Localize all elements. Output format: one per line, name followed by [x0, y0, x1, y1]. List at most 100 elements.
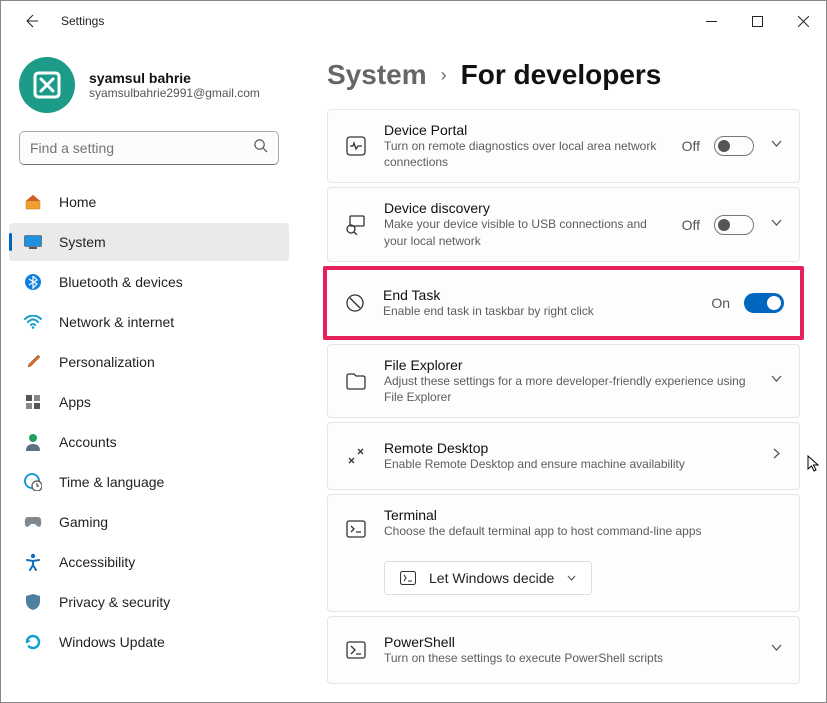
search-icon — [253, 138, 268, 158]
card-desc: Enable end task in taskbar by right clic… — [383, 303, 695, 319]
close-icon — [798, 16, 809, 27]
card-file-explorer[interactable]: File Explorer Adjust these settings for … — [327, 344, 800, 418]
nav-label: System — [59, 234, 106, 250]
apps-icon — [23, 392, 43, 412]
main-content: System › For developers Device Portal Tu… — [301, 41, 826, 702]
card-powershell[interactable]: PowerShell Turn on these settings to exe… — [327, 616, 800, 684]
nav-item-system[interactable]: System — [9, 223, 289, 261]
minimize-button[interactable] — [688, 1, 734, 41]
card-desc: Enable Remote Desktop and ensure machine… — [384, 456, 754, 472]
nav-label: Home — [59, 194, 96, 210]
terminal-icon — [344, 517, 368, 541]
card-terminal: Terminal Choose the default terminal app… — [327, 494, 800, 612]
nav-item-bluetooth[interactable]: Bluetooth & devices — [9, 263, 289, 301]
nav-item-apps[interactable]: Apps — [9, 383, 289, 421]
home-icon — [23, 192, 43, 212]
chevron-down-icon[interactable] — [770, 372, 783, 390]
terminal-small-icon — [399, 569, 417, 587]
system-icon — [23, 232, 43, 252]
status-label: Off — [682, 217, 700, 233]
nav-item-windows-update[interactable]: Windows Update — [9, 623, 289, 661]
card-desc: Turn on remote diagnostics over local ar… — [384, 138, 666, 170]
brush-icon — [23, 352, 43, 372]
nav-list: Home System Bluetooth & devices Network … — [1, 179, 297, 665]
nav-label: Gaming — [59, 514, 108, 530]
person-icon — [23, 432, 43, 452]
page-title: For developers — [461, 59, 662, 91]
card-title: Terminal — [384, 507, 783, 523]
shield-icon — [23, 592, 43, 612]
profile-header[interactable]: syamsul bahrie syamsulbahrie2991@gmail.c… — [1, 41, 297, 131]
window-title: Settings — [61, 14, 104, 28]
folder-icon — [344, 369, 368, 393]
minimize-icon — [706, 16, 717, 27]
profile-email: syamsulbahrie2991@gmail.com — [89, 86, 260, 100]
card-device-discovery[interactable]: Device discovery Make your device visibl… — [327, 187, 800, 261]
toggle-end-task[interactable] — [744, 293, 784, 313]
chevron-down-icon[interactable] — [770, 137, 783, 155]
card-desc: Choose the default terminal app to host … — [384, 523, 783, 539]
card-end-task[interactable]: End Task Enable end task in taskbar by r… — [327, 270, 800, 336]
card-device-portal[interactable]: Device Portal Turn on remote diagnostics… — [327, 109, 800, 183]
nav-item-accessibility[interactable]: Accessibility — [9, 543, 289, 581]
card-desc: Turn on these settings to execute PowerS… — [384, 650, 754, 666]
nav-label: Accounts — [59, 434, 117, 450]
chevron-down-icon[interactable] — [770, 216, 783, 234]
card-desc: Adjust these settings for a more develop… — [384, 373, 754, 405]
nav-item-personalization[interactable]: Personalization — [9, 343, 289, 381]
chevron-down-icon[interactable] — [770, 641, 783, 659]
terminal-dropdown[interactable]: Let Windows decide — [384, 561, 592, 595]
maximize-icon — [752, 16, 763, 27]
card-title: Device Portal — [384, 122, 666, 138]
toggle-device-discovery[interactable] — [714, 215, 754, 235]
breadcrumb-parent[interactable]: System — [327, 59, 427, 91]
wifi-icon — [23, 312, 43, 332]
accessibility-icon — [23, 552, 43, 572]
powershell-icon — [344, 638, 368, 662]
chevron-right-icon: › — [441, 65, 447, 86]
update-icon — [23, 632, 43, 652]
gamepad-icon — [23, 512, 43, 532]
nav-label: Privacy & security — [59, 594, 170, 610]
nav-item-home[interactable]: Home — [9, 183, 289, 221]
card-title: PowerShell — [384, 634, 754, 650]
nav-item-network[interactable]: Network & internet — [9, 303, 289, 341]
back-button[interactable] — [19, 9, 43, 33]
chevron-down-icon — [566, 570, 577, 586]
search-input[interactable] — [30, 140, 253, 156]
nav-item-time[interactable]: Time & language — [9, 463, 289, 501]
close-button[interactable] — [780, 1, 826, 41]
toggle-device-portal[interactable] — [714, 136, 754, 156]
nav-item-privacy[interactable]: Privacy & security — [9, 583, 289, 621]
remote-desktop-icon — [344, 444, 368, 468]
card-remote-desktop[interactable]: Remote Desktop Enable Remote Desktop and… — [327, 422, 800, 490]
nav-label: Windows Update — [59, 634, 165, 650]
nav-item-gaming[interactable]: Gaming — [9, 503, 289, 541]
globe-time-icon — [23, 472, 43, 492]
device-search-icon — [344, 213, 368, 237]
arrow-left-icon — [23, 13, 39, 29]
avatar — [19, 57, 75, 113]
status-label: On — [711, 295, 730, 311]
search-box[interactable] — [19, 131, 279, 165]
breadcrumb: System › For developers — [327, 59, 800, 91]
nav-label: Network & internet — [59, 314, 174, 330]
maximize-button[interactable] — [734, 1, 780, 41]
nav-item-accounts[interactable]: Accounts — [9, 423, 289, 461]
card-title: Device discovery — [384, 200, 666, 216]
nav-label: Bluetooth & devices — [59, 274, 183, 290]
card-title: End Task — [383, 287, 695, 303]
heartbeat-icon — [344, 134, 368, 158]
chevron-right-icon[interactable] — [770, 447, 783, 465]
sidebar: syamsul bahrie syamsulbahrie2991@gmail.c… — [1, 41, 301, 702]
nav-label: Apps — [59, 394, 91, 410]
bluetooth-icon — [23, 272, 43, 292]
profile-name: syamsul bahrie — [89, 70, 260, 86]
highlight-annotation: End Task Enable end task in taskbar by r… — [323, 266, 804, 340]
card-title: Remote Desktop — [384, 440, 754, 456]
nav-label: Accessibility — [59, 554, 135, 570]
nav-label: Personalization — [59, 354, 155, 370]
status-label: Off — [682, 138, 700, 154]
nav-label: Time & language — [59, 474, 164, 490]
end-task-icon — [343, 291, 367, 315]
